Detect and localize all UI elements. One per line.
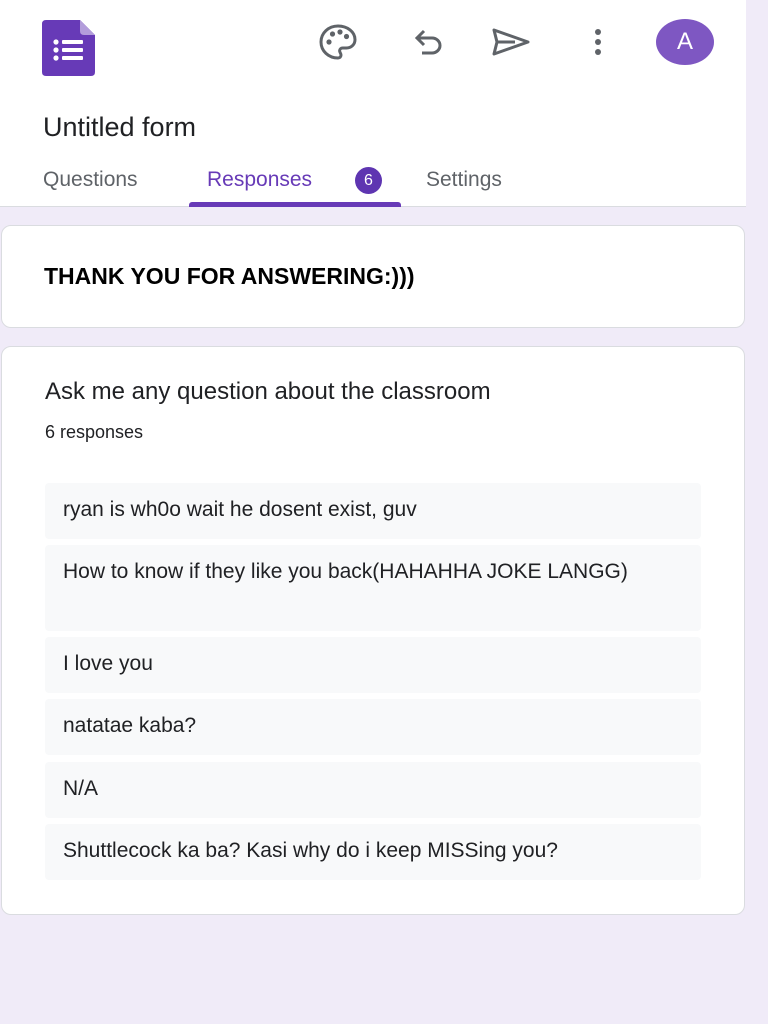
responses-count-badge: 6 (355, 167, 382, 194)
tab-questions[interactable]: Questions (43, 167, 138, 193)
top-app-bar: A Untitled form Questions Responses 6 Se… (0, 0, 746, 207)
response-item: ryan is wh0o wait he dosent exist, guv (45, 483, 701, 539)
question-title: Ask me any question about the classroom (45, 378, 491, 405)
response-item: Shuttlecock ka ba? Kasi why do i keep MI… (45, 824, 701, 880)
tab-responses[interactable]: Responses (207, 167, 312, 193)
response-item: How to know if they like you back(HAHAHH… (45, 545, 701, 631)
background-strip (746, 0, 768, 207)
more-vert-icon[interactable] (578, 22, 618, 62)
tab-settings[interactable]: Settings (426, 167, 502, 193)
response-item: natatae kaba? (45, 699, 701, 755)
send-icon[interactable] (491, 22, 531, 62)
active-tab-indicator (189, 202, 401, 207)
form-title[interactable]: Untitled form (43, 111, 196, 143)
palette-icon[interactable] (318, 22, 358, 62)
section-header-title: THANK YOU FOR ANSWERING:))) (44, 263, 415, 289)
undo-icon[interactable] (406, 22, 446, 62)
response-item: N/A (45, 762, 701, 818)
response-count: 6 responses (45, 422, 144, 442)
avatar[interactable]: A (656, 19, 714, 65)
response-item: I love you (45, 637, 701, 693)
forms-logo-icon[interactable] (42, 20, 95, 76)
